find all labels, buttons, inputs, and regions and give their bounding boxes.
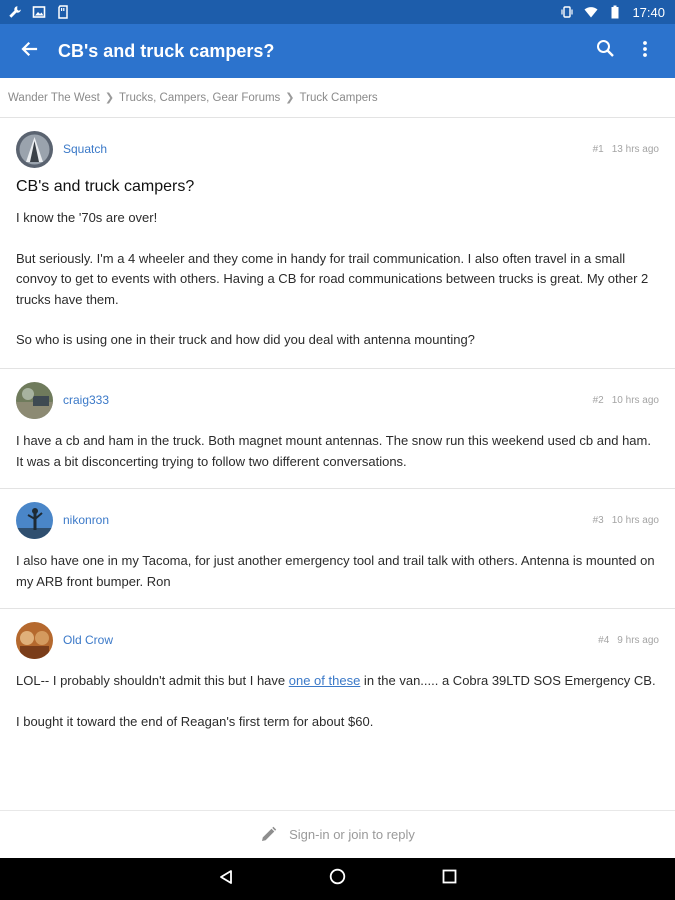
post-time: 10 hrs ago [611,394,659,406]
post-header: Old Crow #4 9 hrs ago [16,621,659,659]
post-meta: #2 10 hrs ago [593,395,659,406]
post-number[interactable]: #4 [598,635,609,646]
post-time: 13 hrs ago [611,143,659,155]
breadcrumb-forum-home[interactable]: Wander The West [8,92,100,104]
post-paragraph: I also have one in my Tacoma, for just a… [16,553,655,589]
post-time: 9 hrs ago [617,634,659,646]
breadcrumb: Wander The West ❯ Trucks, Campers, Gear … [0,78,675,118]
breadcrumb-subforum[interactable]: Truck Campers [300,92,378,104]
status-bar-right: 17:40 [560,5,665,20]
breadcrumb-category[interactable]: Trucks, Campers, Gear Forums [119,92,280,104]
post-text: in the van..... a Cobra 39LTD SOS Emerge… [360,673,656,688]
avatar[interactable] [16,501,53,539]
post-author[interactable]: Squatch [63,142,593,156]
avatar[interactable] [16,381,53,419]
post-paragraph: I bought it toward the end of Reagan's f… [16,713,374,729]
post-header: nikonron #3 10 hrs ago [16,501,659,539]
post-number[interactable]: #1 [593,144,604,155]
post: Squatch #1 13 hrs ago CB's and truck camp… [0,118,675,369]
back-button[interactable] [0,24,58,78]
post-paragraph: LOL-- I probably shouldn't admit this bu… [16,671,659,692]
vibrate-icon [560,5,574,19]
post-meta: #3 10 hrs ago [593,515,659,526]
battery-icon [608,5,622,19]
post-author[interactable]: Old Crow [63,633,598,647]
post-meta: #1 13 hrs ago [593,144,659,155]
pencil-icon [260,826,277,843]
status-bar: 17:40 [0,0,675,24]
thread-title: CB's and truck campers? [16,178,195,195]
post: craig333 #2 10 hrs ago I have a cb and ha… [0,369,675,489]
system-recents-button[interactable] [394,858,506,900]
post-paragraph: But seriously. I'm a 4 wheeler and they … [16,250,649,307]
post-paragraph: I know the '70s are over! [16,210,158,225]
system-nav-bar [0,858,675,900]
avatar[interactable] [16,621,53,659]
back-arrow-icon [20,40,38,63]
app-bar: CB's and truck campers? [0,24,675,78]
avatar[interactable] [16,130,53,168]
search-button[interactable] [585,24,625,78]
post-paragraph: I have a cb and ham in the truck. Both m… [16,433,651,469]
post-number[interactable]: #2 [593,395,604,406]
sd-card-icon [56,5,70,19]
reply-bar[interactable]: Sign-in or join to reply [0,810,675,858]
reply-prompt: Sign-in or join to reply [289,827,415,842]
search-icon [596,39,615,63]
post-text: LOL-- I probably shouldn't admit this bu… [16,673,289,688]
post-list: Squatch #1 13 hrs ago CB's and truck camp… [0,118,675,810]
post-header: Squatch #1 13 hrs ago [16,130,659,168]
chevron-right-icon: ❯ [285,92,295,104]
chevron-right-icon: ❯ [104,92,115,104]
page-title: CB's and truck campers? [58,40,275,61]
system-back-button[interactable] [170,858,282,900]
post-author[interactable]: nikonron [63,513,593,527]
post-time: 10 hrs ago [611,514,659,526]
post: nikonron #3 10 hrs ago I also have one in… [0,489,675,609]
wrench-icon [8,5,22,19]
recents-square-icon [442,869,457,889]
inline-link[interactable]: one of these [289,673,361,688]
post-number[interactable]: #3 [593,515,604,526]
post: Old Crow #4 9 hrs ago LOL-- I probably sh… [0,609,675,810]
status-time: 17:40 [632,4,665,20]
post-header: craig333 #2 10 hrs ago [16,381,659,419]
post-author[interactable]: craig333 [63,393,593,407]
post-paragraph: So who is using one in their truck and h… [16,332,475,347]
overflow-menu-button[interactable] [625,24,665,78]
image-icon [32,5,46,19]
back-triangle-icon [218,869,234,890]
home-circle-icon [329,868,346,890]
status-bar-left [8,5,70,19]
wifi-icon [584,5,598,19]
system-home-button[interactable] [282,858,394,900]
post-meta: #4 9 hrs ago [598,635,659,646]
more-vert-icon [642,40,648,63]
